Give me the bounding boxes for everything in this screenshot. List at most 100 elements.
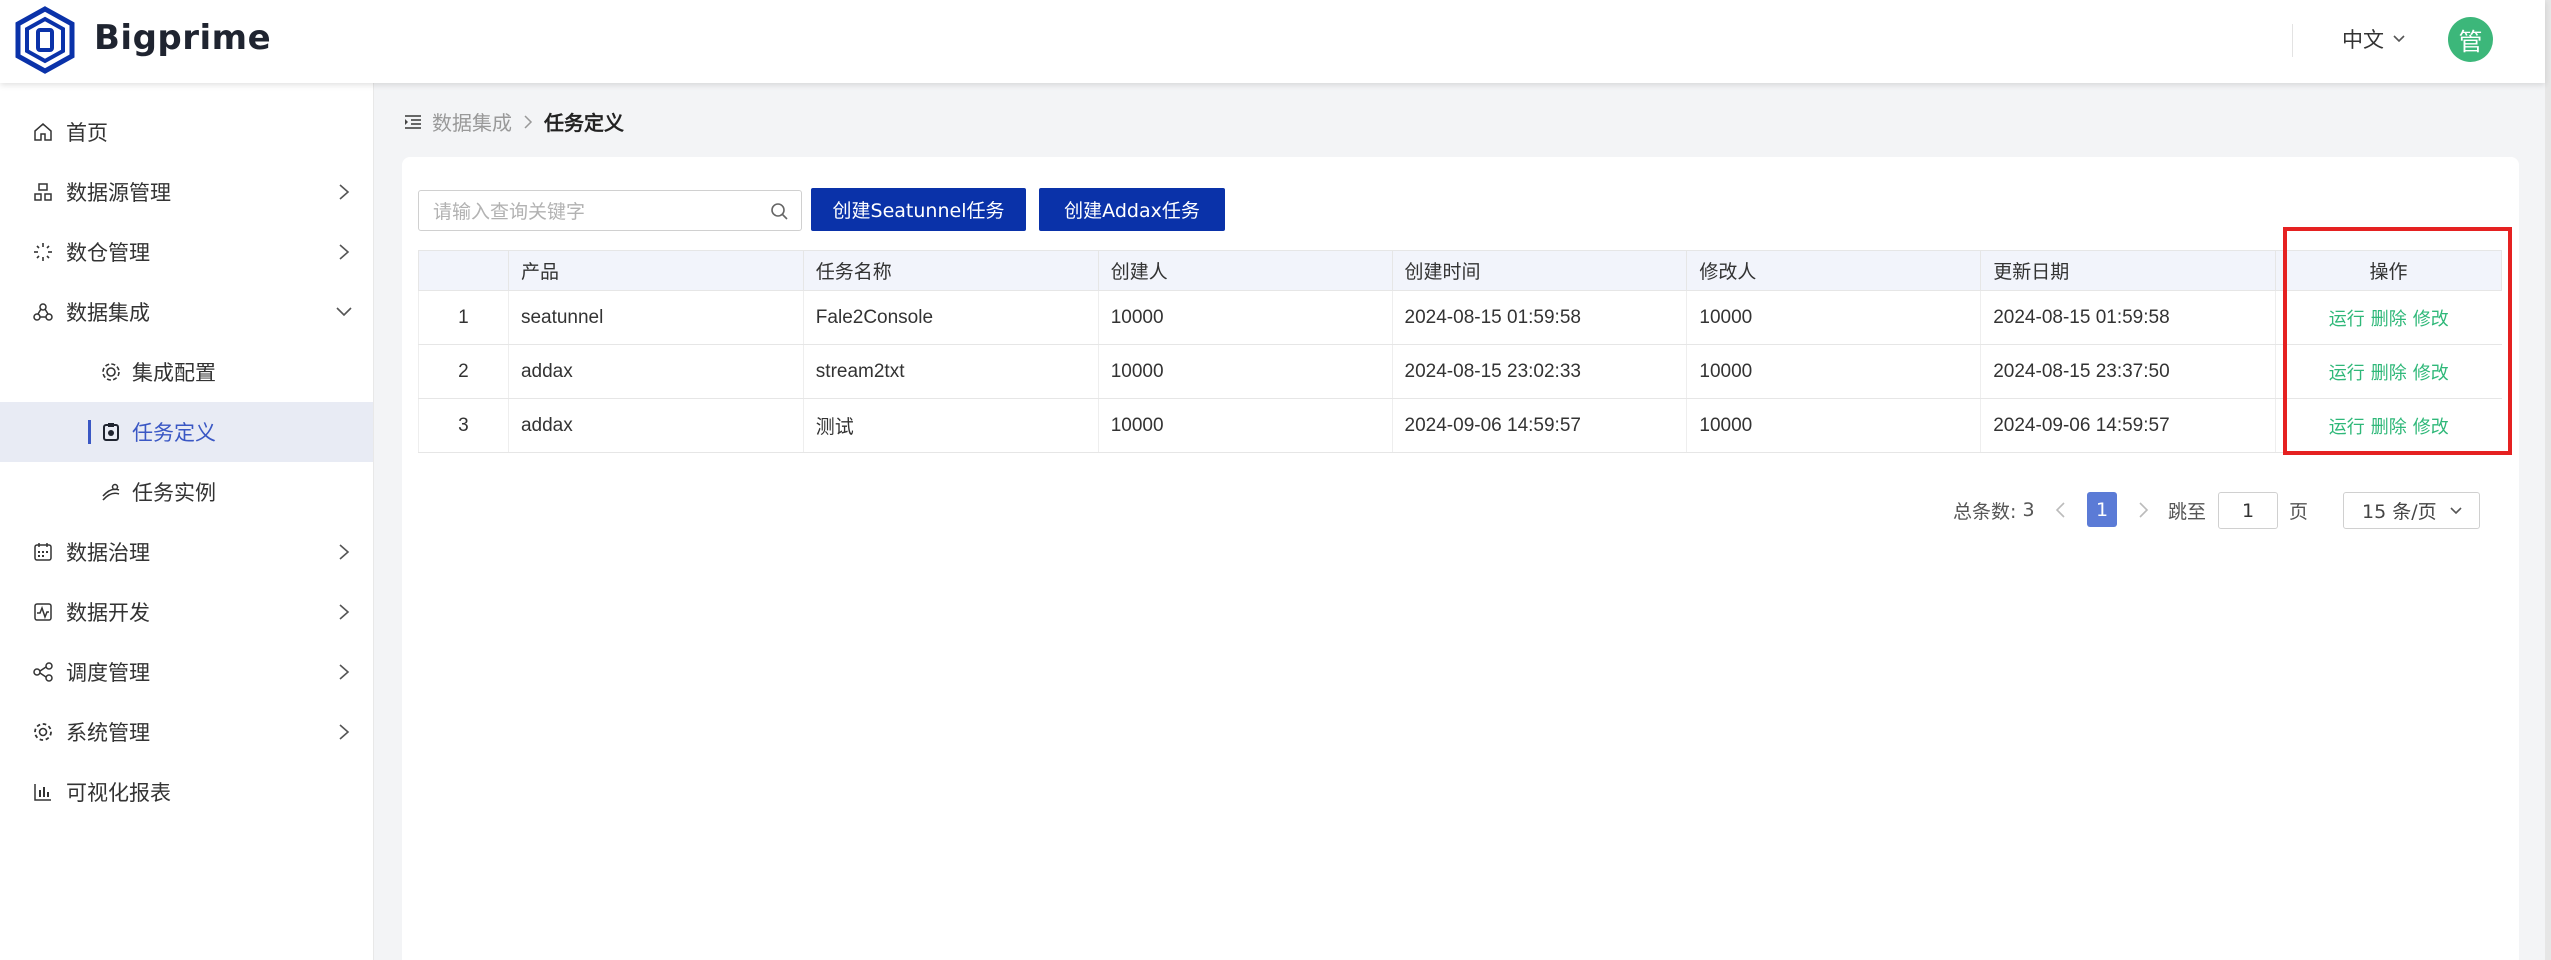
- task-definition-icon: [103, 423, 119, 441]
- total-label: 总条数:: [1953, 500, 2017, 523]
- sidebar-item-integration[interactable]: 数据集成: [0, 282, 373, 342]
- delete-link[interactable]: 删除: [2371, 309, 2407, 330]
- sidebar-item-system[interactable]: 系统管理: [0, 702, 373, 762]
- cell-created-time: 2024-08-15 23:02:33: [1391, 344, 1687, 399]
- cell-index: 3: [418, 398, 509, 453]
- column-header-product: 产品: [507, 250, 804, 291]
- sidebar: 首页 数据源管理 数仓管理 数据集成 集成配置 任务定义 任务实例 数据治理 数…: [0, 83, 374, 960]
- chevron-right-icon: [339, 724, 350, 740]
- column-header-creator: 创建人: [1097, 250, 1393, 291]
- sidebar-item-label: 调度管理: [66, 661, 150, 685]
- sidebar-item-development[interactable]: 数据开发: [0, 582, 373, 642]
- share-nodes-icon: [33, 662, 53, 682]
- cell-actions: 运行 删除 修改: [2275, 290, 2502, 345]
- cell-creator: 10000: [1097, 344, 1393, 399]
- chevron-right-icon: [524, 114, 533, 129]
- sidebar-item-label: 任务实例: [132, 481, 216, 505]
- integration-icon: [33, 303, 53, 321]
- chevron-right-icon[interactable]: [2135, 500, 2151, 520]
- sidebar-item-label: 数据源管理: [66, 181, 171, 205]
- page-number-current[interactable]: 1: [2087, 492, 2117, 527]
- edit-link[interactable]: 修改: [2413, 309, 2449, 330]
- edit-link[interactable]: 修改: [2413, 363, 2449, 384]
- chevron-right-icon: [339, 184, 350, 200]
- language-switcher[interactable]: 中文: [2342, 24, 2406, 54]
- bar-chart-icon: [34, 784, 51, 801]
- chevron-right-icon: [339, 604, 350, 620]
- cell-creator: 10000: [1097, 398, 1393, 453]
- sidebar-item-label: 数据治理: [66, 541, 150, 565]
- create-seatunnel-button[interactable]: 创建Seatunnel任务: [811, 188, 1026, 231]
- cell-creator: 10000: [1097, 290, 1393, 345]
- top-header: Bigprime 中文 管: [0, 0, 2545, 83]
- sidebar-item-task-definition[interactable]: 任务定义: [0, 402, 373, 462]
- active-indicator: [88, 420, 91, 444]
- cell-modifier: 10000: [1686, 344, 1981, 399]
- cell-task-name: 测试: [802, 398, 1099, 453]
- sidebar-item-label: 数据集成: [66, 301, 150, 325]
- task-instance-icon: [102, 483, 120, 501]
- chevron-right-icon: [339, 544, 350, 560]
- gear-icon: [102, 363, 120, 381]
- task-table: 产品 任务名称 创建人 创建时间 修改人 更新日期 操作 1 seatunnel…: [418, 250, 2502, 453]
- sidebar-item-home[interactable]: 首页: [0, 102, 373, 162]
- breadcrumb-parent[interactable]: 数据集成: [432, 107, 512, 136]
- total-count: 3: [2022, 499, 2035, 521]
- delete-link[interactable]: 删除: [2371, 417, 2407, 438]
- chevron-left-icon[interactable]: [2053, 500, 2069, 520]
- breadcrumb-current: 任务定义: [544, 111, 624, 135]
- column-header-modifier: 修改人: [1686, 250, 1982, 291]
- warehouse-icon: [34, 243, 52, 261]
- run-link[interactable]: 运行: [2329, 417, 2365, 438]
- jump-page-input[interactable]: 1: [2218, 492, 2278, 529]
- breadcrumb: 数据集成 任务定义: [404, 107, 624, 136]
- cell-created-time: 2024-08-15 01:59:58: [1391, 290, 1687, 345]
- sidebar-item-label: 首页: [66, 121, 108, 145]
- cell-product: addax: [507, 398, 804, 453]
- sidebar-item-label: 任务定义: [132, 421, 216, 445]
- sidebar-item-label: 数据开发: [66, 601, 150, 625]
- table-row: 1 seatunnel Fale2Console 10000 2024-08-1…: [418, 290, 2502, 345]
- jump-label: 跳至: [2168, 500, 2207, 523]
- run-link[interactable]: 运行: [2329, 309, 2365, 330]
- menu-fold-icon[interactable]: [404, 114, 422, 130]
- sidebar-item-task-instance[interactable]: 任务实例: [0, 462, 373, 522]
- user-avatar[interactable]: 管: [2448, 17, 2493, 62]
- delete-link[interactable]: 删除: [2371, 363, 2407, 384]
- table-row: 3 addax 测试 10000 2024-09-06 14:59:57 100…: [418, 398, 2502, 453]
- pagination-total: 总条数: 3: [1953, 492, 2035, 528]
- brand-name: Bigprime: [94, 18, 272, 58]
- sidebar-item-reports[interactable]: 可视化报表: [0, 762, 373, 822]
- column-header-updated-date: 更新日期: [1980, 250, 2277, 291]
- sidebar-item-scheduling[interactable]: 调度管理: [0, 642, 373, 702]
- sidebar-item-warehouse[interactable]: 数仓管理: [0, 222, 373, 282]
- cell-product: addax: [507, 344, 804, 399]
- sidebar-item-datasource[interactable]: 数据源管理: [0, 162, 373, 222]
- header-divider: [2292, 24, 2293, 57]
- cell-actions: 运行 删除 修改: [2275, 344, 2502, 399]
- column-header-index: [418, 250, 509, 291]
- calendar-icon: [34, 543, 52, 561]
- bigprime-logo-icon: [15, 6, 75, 74]
- column-header-created-time: 创建时间: [1391, 250, 1688, 291]
- create-addax-button[interactable]: 创建Addax任务: [1039, 188, 1225, 231]
- page-size-select[interactable]: 15 条/页: [2343, 492, 2480, 529]
- sidebar-item-label: 数仓管理: [66, 241, 150, 265]
- search-input[interactable]: 请输入查询关键字: [418, 190, 802, 231]
- cell-product: seatunnel: [507, 290, 804, 345]
- chevron-right-icon: [339, 664, 350, 680]
- window-scrollbar[interactable]: [2545, 0, 2551, 960]
- cell-task-name: stream2txt: [802, 344, 1099, 399]
- sidebar-item-integration-config[interactable]: 集成配置: [0, 342, 373, 402]
- run-link[interactable]: 运行: [2329, 363, 2365, 384]
- table-row: 2 addax stream2txt 10000 2024-08-15 23:0…: [418, 344, 2502, 399]
- search-icon[interactable]: [769, 201, 789, 221]
- cell-updated-date: 2024-08-15 23:37:50: [1980, 344, 2276, 399]
- cell-actions: 运行 删除 修改: [2275, 398, 2502, 453]
- sidebar-item-governance[interactable]: 数据治理: [0, 522, 373, 582]
- settings-icon: [34, 723, 52, 741]
- chevron-down-icon: [2393, 35, 2405, 43]
- column-header-actions: 操作: [2275, 250, 2502, 291]
- edit-link[interactable]: 修改: [2413, 417, 2449, 438]
- cell-index: 2: [418, 344, 509, 399]
